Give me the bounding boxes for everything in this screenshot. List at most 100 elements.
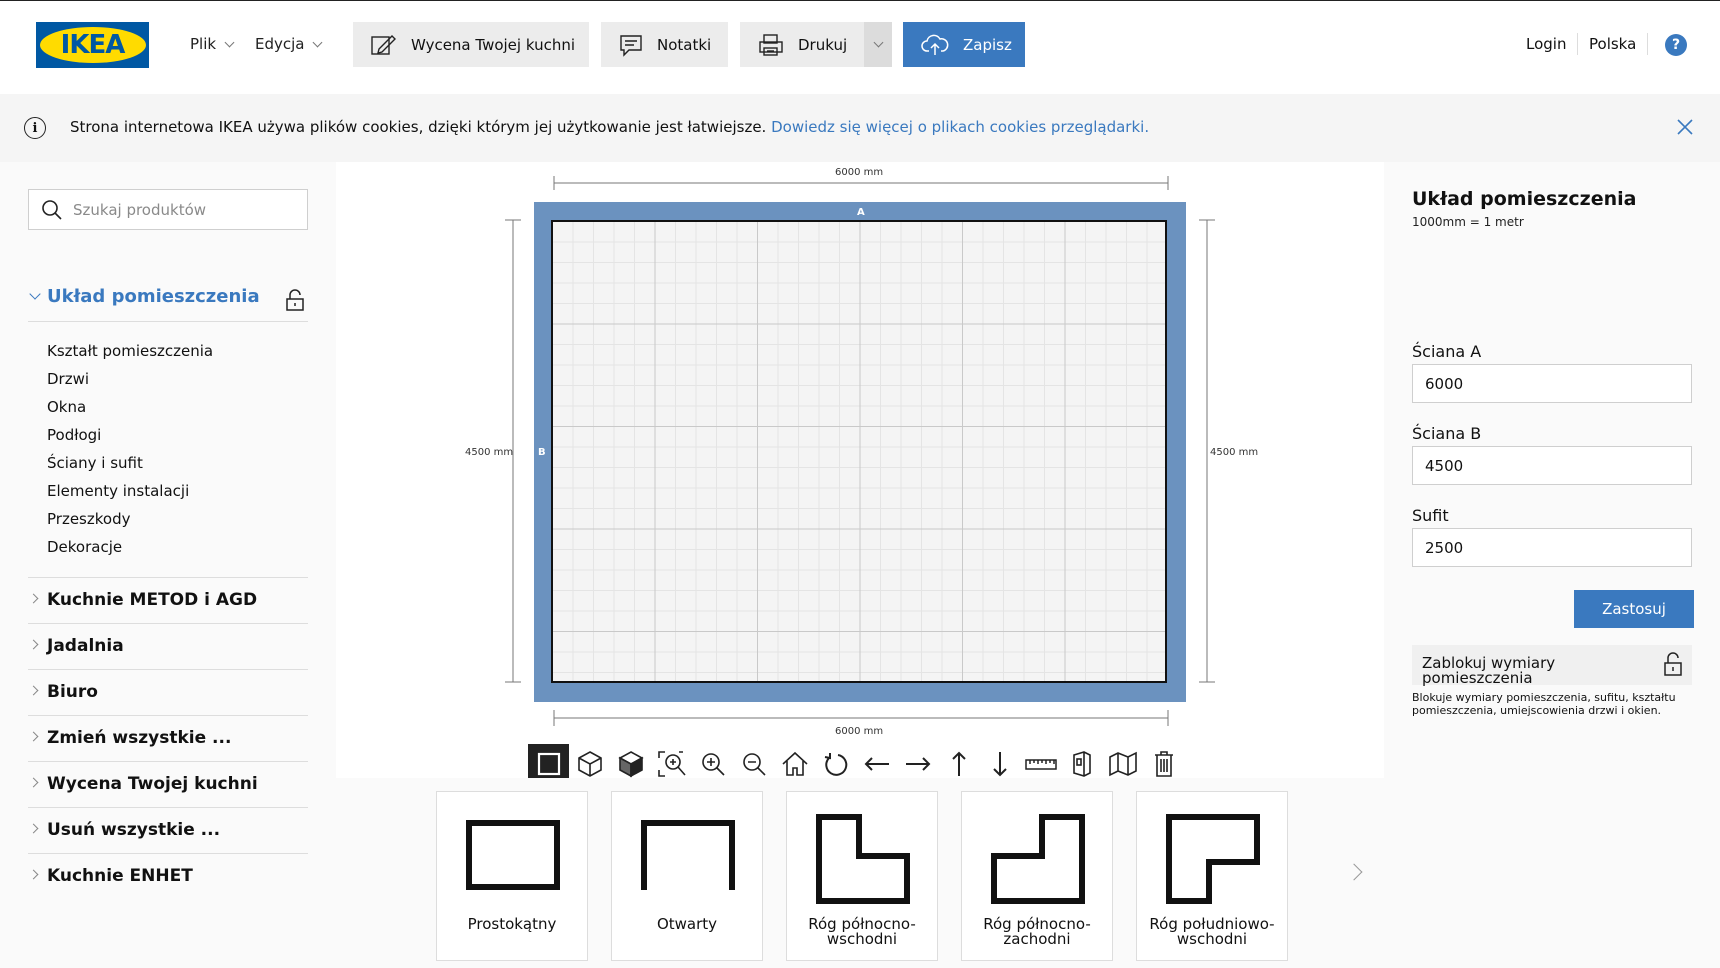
- cookie-message: Strona internetowa IKEA używa plików coo…: [70, 118, 767, 136]
- cookie-more-link[interactable]: Dowiedz się więcej o plikach cookies prz…: [771, 118, 1149, 136]
- category-label: Kuchnie ENHET: [47, 866, 193, 886]
- arrow-left-icon: [864, 757, 889, 771]
- dimension-bottom: 6000 mm: [835, 726, 884, 737]
- shape-card-open[interactable]: Otwarty: [611, 791, 763, 961]
- shape-card-northeast-corner[interactable]: Róg północno-wschodni: [786, 791, 938, 961]
- save-button-label: Zapisz: [963, 35, 1012, 54]
- square-view-icon: [537, 752, 560, 776]
- category-label: Biuro: [47, 682, 98, 702]
- room-floor-grid[interactable]: [551, 220, 1167, 683]
- shape-label: Róg północno-wschodni: [808, 915, 916, 948]
- product-search[interactable]: Szukaj produktów: [28, 189, 308, 230]
- header-divider: [1647, 33, 1648, 55]
- sidebar-item-obstacles[interactable]: Przeszkody: [47, 510, 130, 528]
- close-icon[interactable]: [1676, 118, 1694, 136]
- rotate-icon: [824, 753, 847, 776]
- dimension-left: 4500 mm: [465, 447, 514, 458]
- chevron-right-icon: [28, 731, 39, 742]
- ceiling-field[interactable]: [1412, 528, 1692, 567]
- sidebar-item-decorations[interactable]: Dekoracje: [47, 538, 122, 556]
- wall-b-field[interactable]: [1412, 446, 1692, 485]
- shape-open-icon: [641, 820, 735, 890]
- category-remove-all[interactable]: Usuń wszystkie ...: [28, 807, 308, 853]
- shape-card-northwest-corner[interactable]: Róg północno-zachodni: [961, 791, 1113, 961]
- wall-label-a[interactable]: A: [857, 207, 865, 218]
- cube-outline-icon: [577, 751, 602, 777]
- room-plan-canvas[interactable]: 6000 mm 6000 mm 4500 mm 4500 mm A B: [336, 162, 1384, 738]
- lock-open-icon[interactable]: [285, 288, 305, 312]
- sidebar-item-doors[interactable]: Drzwi: [47, 370, 89, 388]
- logo-text: IKEA: [60, 30, 126, 60]
- wall-a-field[interactable]: [1412, 364, 1692, 403]
- category-metod-kitchens[interactable]: Kuchnie METOD i AGD: [28, 577, 308, 623]
- shape-label: Prostokątny: [467, 915, 557, 933]
- category-label: Zmień wszystkie ...: [47, 728, 232, 748]
- shape-ne-corner-icon: [816, 814, 910, 904]
- left-sidebar: Szukaj produktów Układ pomieszczenia Ksz…: [0, 162, 336, 968]
- cookie-text: Strona internetowa IKEA używa plików coo…: [70, 118, 1149, 136]
- arrow-down-icon: [992, 752, 1007, 777]
- section-title: Układ pomieszczenia: [47, 286, 260, 307]
- chevron-down-icon: [29, 288, 41, 300]
- dimension-top: 6000 mm: [835, 167, 884, 178]
- apply-button[interactable]: Zastosuj: [1574, 590, 1694, 628]
- category-office[interactable]: Biuro: [28, 669, 308, 715]
- sidebar-item-floors[interactable]: Podłogi: [47, 426, 101, 444]
- notes-button[interactable]: Notatki: [601, 22, 728, 67]
- lock-dimensions-toggle[interactable]: Zablokuj wymiary pomieszczenia: [1412, 645, 1692, 686]
- shape-card-southeast-corner[interactable]: Róg południowo-wschodni: [1136, 791, 1288, 961]
- zoom-in-icon: [701, 753, 725, 776]
- chevron-down-icon: [313, 37, 323, 47]
- scale-note: 1000mm = 1 metr: [1412, 215, 1524, 229]
- sidebar-item-installations[interactable]: Elementy instalacji: [47, 482, 189, 500]
- help-glyph: ?: [1671, 37, 1681, 53]
- category-kitchen-quote[interactable]: Wycena Twojej kuchni: [28, 761, 308, 807]
- chevron-down-icon: [224, 37, 235, 47]
- wall-label-b[interactable]: B: [538, 447, 546, 458]
- floor-map-icon: [1108, 751, 1137, 777]
- menu-file[interactable]: Plik: [190, 35, 235, 53]
- print-options-dropdown[interactable]: [864, 22, 892, 67]
- chevron-right-icon: [28, 869, 39, 880]
- category-dining[interactable]: Jadalnia: [28, 623, 308, 669]
- login-link[interactable]: Login: [1526, 35, 1566, 53]
- quote-button-label: Wycena Twojej kuchni: [411, 35, 576, 54]
- cookie-banner: i Strona internetowa IKEA używa plików c…: [0, 94, 1720, 162]
- country-link[interactable]: Polska: [1589, 35, 1636, 53]
- help-icon[interactable]: ?: [1665, 34, 1687, 56]
- chevron-right-icon: [28, 593, 39, 604]
- shape-card-rectangular[interactable]: Prostokątny: [436, 791, 588, 961]
- chevron-right-icon: [28, 823, 39, 834]
- menu-edit[interactable]: Edycja: [255, 35, 323, 53]
- wall-a-label: Ściana A: [1412, 342, 1482, 361]
- category-label: Jadalnia: [47, 636, 124, 656]
- search-icon: [42, 199, 62, 220]
- notes-button-label: Notatki: [657, 35, 712, 54]
- trash-icon: [1154, 751, 1173, 777]
- print-button[interactable]: Drukuj: [740, 22, 864, 67]
- top-header: IKEA Plik Edycja Wycena Twojej kuchni No…: [0, 0, 1720, 94]
- category-label: Kuchnie METOD i AGD: [47, 590, 258, 610]
- menu-edit-label: Edycja: [255, 35, 305, 53]
- sidebar-item-windows[interactable]: Okna: [47, 398, 86, 416]
- ikea-logo[interactable]: IKEA: [36, 22, 149, 68]
- sidebar-item-room-shape[interactable]: Kształt pomieszczenia: [47, 342, 213, 360]
- cloud-upload-icon: [921, 34, 949, 55]
- section-room-layout[interactable]: Układ pomieszczenia: [28, 282, 308, 322]
- chevron-down-icon: [873, 37, 883, 48]
- sidebar-item-walls-ceiling[interactable]: Ściany i sufit: [47, 454, 143, 472]
- category-change-all[interactable]: Zmień wszystkie ...: [28, 715, 308, 761]
- chevron-right-icon: [28, 685, 39, 696]
- cube-solid-icon: [617, 751, 644, 778]
- save-button[interactable]: Zapisz: [903, 22, 1025, 67]
- quote-button[interactable]: Wycena Twojej kuchni: [353, 22, 589, 67]
- lock-dimensions-description: Blokuje wymiary pomieszczenia, sufitu, k…: [1412, 691, 1676, 717]
- properties-panel: Układ pomieszczenia 1000mm = 1 metr Ścia…: [1384, 162, 1720, 968]
- category-enhet-kitchens[interactable]: Kuchnie ENHET: [28, 853, 308, 899]
- shape-se-corner-icon: [1166, 814, 1260, 904]
- wall-view-icon: [1072, 751, 1091, 777]
- shape-label: Róg południowo-wschodni: [1149, 915, 1275, 948]
- search-input[interactable]: Szukaj produktów: [73, 201, 206, 219]
- shape-rectangle-icon: [466, 820, 560, 890]
- ruler-icon: [1024, 759, 1057, 770]
